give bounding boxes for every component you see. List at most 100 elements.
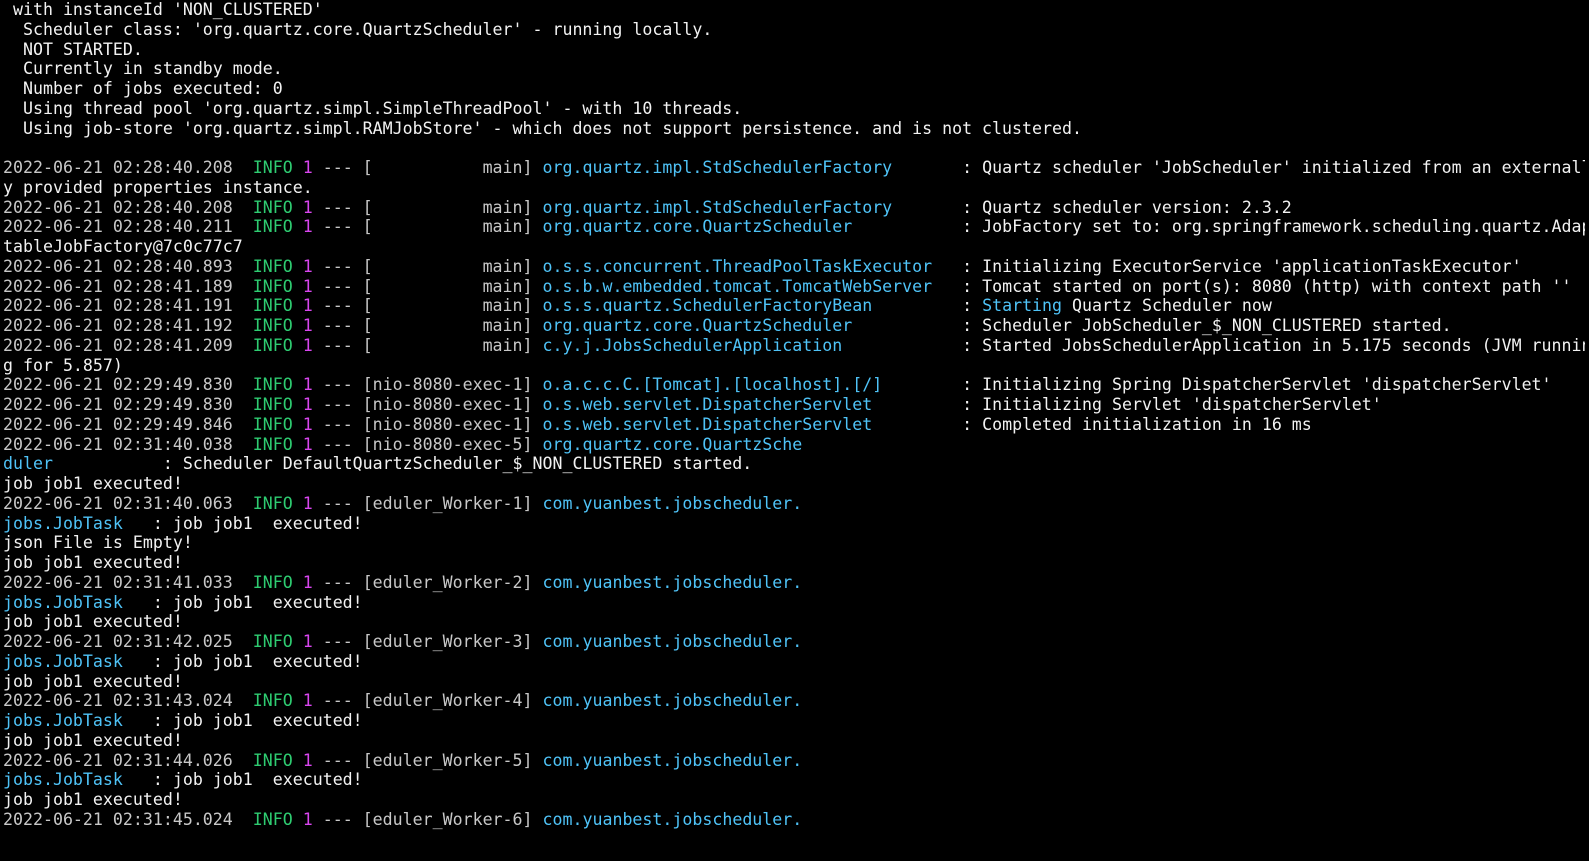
log-logger: o.s.web.servlet.DispatcherServlet: [542, 414, 953, 434]
output-text: json File is Empty!: [3, 533, 193, 553]
terminal-line: 2022-06-21 02:28:41.191 INFO 1 --- [ mai…: [3, 296, 1585, 316]
output-text: Number of jobs executed: 0: [3, 79, 283, 98]
log-message: : Initializing Servlet 'dispatcherServle…: [952, 395, 1382, 414]
log-level: INFO: [252, 335, 293, 355]
output-text: job job1 executed!: [3, 671, 183, 691]
log-pid: 1: [302, 217, 313, 237]
log-thread: --- [ main]: [312, 335, 543, 355]
terminal-line: job job1 executed!: [3, 474, 1585, 494]
log-level: INFO: [252, 375, 293, 395]
log-thread: --- [nio-8080-exec-1]: [312, 375, 543, 395]
log-logger: org.quartz.core.QuartzScheduler: [542, 217, 953, 237]
terminal-line: NOT STARTED.: [3, 40, 1585, 60]
terminal-line: job job1 executed!: [3, 672, 1585, 692]
log-thread: --- [ main]: [312, 316, 543, 335]
log-timestamp: 2022-06-21 02:31:42.025: [3, 632, 253, 651]
output-text: job job1 executed!: [3, 474, 183, 493]
log-thread: --- [ main]: [312, 296, 543, 316]
terminal-line: jobs.JobTask : job job1 executed!: [3, 770, 1585, 790]
log-pid: 1: [302, 158, 313, 177]
log-pid: 1: [302, 375, 313, 395]
terminal-line: 2022-06-21 02:31:41.033 INFO 1 --- [edul…: [3, 573, 1585, 593]
terminal-line: g for 5.857): [3, 356, 1585, 376]
log-logger: o.s.web.servlet.DispatcherServlet: [542, 395, 953, 414]
log-message: : job job1 executed!: [142, 592, 363, 612]
log-logger: o.a.c.c.C.[Tomcat].[localhost].[/]: [542, 375, 953, 395]
log-logger: com.yuanbest.jobscheduler.: [542, 809, 803, 829]
log-logger: jobs.JobTask: [3, 770, 143, 790]
log-message: :: [952, 296, 983, 316]
log-thread: --- [ main]: [312, 256, 543, 276]
log-message: : Quartz scheduler version: 2.3.2: [952, 197, 1292, 217]
log-thread: --- [eduler_Worker-2]: [312, 572, 543, 592]
output-text: job job1 executed!: [3, 612, 183, 632]
log-logger: jobs.JobTask: [3, 513, 143, 533]
terminal-line: job job1 executed!: [3, 553, 1585, 573]
terminal-line: Using job-store 'org.quartz.simpl.RAMJob…: [3, 119, 1585, 139]
log-thread: --- [eduler_Worker-5]: [312, 750, 543, 770]
terminal-line: duler : Scheduler DefaultQuartzScheduler…: [3, 454, 1585, 474]
log-thread: --- [nio-8080-exec-1]: [312, 414, 543, 434]
log-level: INFO: [252, 572, 293, 592]
log-level: INFO: [252, 316, 293, 335]
log-level: INFO: [252, 158, 293, 177]
log-logger: c.y.j.JobsSchedulerApplication: [542, 335, 953, 355]
log-logger: o.s.s.quartz.SchedulerFactoryBean: [542, 296, 953, 316]
log-level: INFO: [252, 256, 293, 276]
log-logger: org.quartz.impl.StdSchedulerFactory: [542, 158, 953, 177]
log-timestamp: 2022-06-21 02:28:41.209: [3, 335, 253, 355]
terminal-line: 2022-06-21 02:31:44.026 INFO 1 --- [edul…: [3, 751, 1585, 771]
output-text: Currently in standby mode.: [3, 59, 283, 79]
log-level: INFO: [252, 217, 293, 237]
log-pid: 1: [302, 414, 313, 434]
terminal-line: 2022-06-21 02:29:49.830 INFO 1 --- [nio-…: [3, 395, 1585, 415]
output-text: Using thread pool 'org.quartz.simpl.Simp…: [3, 98, 743, 118]
terminal-line: 2022-06-21 02:28:40.211 INFO 1 --- [ mai…: [3, 217, 1585, 237]
terminal-line: jobs.JobTask : job job1 executed!: [3, 514, 1585, 534]
log-timestamp: 2022-06-21 02:28:40.208: [3, 197, 253, 217]
log-message: : JobFactory set to: org.springframework…: [952, 217, 1585, 237]
terminal-line: 2022-06-21 02:29:49.830 INFO 1 --- [nio-…: [3, 375, 1585, 395]
log-logger: o.s.b.w.embedded.tomcat.TomcatWebServer: [542, 276, 953, 296]
terminal-line: tableJobFactory@7c0c77c7: [3, 237, 1585, 257]
log-logger: com.yuanbest.jobscheduler.: [542, 632, 803, 651]
log-pid: 1: [302, 296, 313, 316]
log-timestamp: 2022-06-21 02:31:40.063: [3, 493, 253, 513]
log-timestamp: 2022-06-21 02:28:40.893: [3, 256, 253, 276]
log-level: INFO: [252, 395, 293, 414]
terminal-line: Scheduler class: 'org.quartz.core.Quartz…: [3, 20, 1585, 40]
output-text: NOT STARTED.: [3, 39, 143, 59]
log-level: INFO: [252, 276, 293, 296]
terminal-output[interactable]: with instanceId 'NON_CLUSTERED' Schedule…: [3, 0, 1585, 861]
terminal-line: job job1 executed!: [3, 731, 1585, 751]
log-timestamp: 2022-06-21 02:31:45.024: [3, 809, 253, 829]
output-text: job job1 executed!: [3, 730, 183, 750]
log-thread: --- [eduler_Worker-6]: [312, 809, 543, 829]
log-thread: --- [eduler_Worker-1]: [312, 493, 543, 513]
log-pid: 1: [302, 276, 313, 296]
output-text: Scheduler class: 'org.quartz.core.Quartz…: [3, 19, 713, 39]
log-timestamp: 2022-06-21 02:28:41.189: [3, 276, 253, 296]
log-level: INFO: [252, 197, 293, 217]
log-timestamp: 2022-06-21 02:28:40.211: [3, 217, 253, 237]
log-level: INFO: [252, 434, 293, 454]
terminal-line: 2022-06-21 02:31:42.025 INFO 1 --- [edul…: [3, 632, 1585, 652]
terminal-line: Number of jobs executed: 0: [3, 79, 1585, 99]
log-timestamp: 2022-06-21 02:29:49.846: [3, 414, 253, 434]
terminal-line: 2022-06-21 02:28:41.189 INFO 1 --- [ mai…: [3, 277, 1585, 297]
log-pid: 1: [302, 316, 313, 335]
log-logger: jobs.JobTask: [3, 711, 143, 730]
log-logger: com.yuanbest.jobscheduler.: [542, 750, 803, 770]
log-pid: 1: [302, 572, 313, 592]
log-pid: 1: [302, 256, 313, 276]
terminal-line: jobs.JobTask : job job1 executed!: [3, 652, 1585, 672]
output-text: y provided properties instance.: [3, 177, 313, 197]
log-message: Quartz Scheduler now: [1062, 296, 1272, 316]
